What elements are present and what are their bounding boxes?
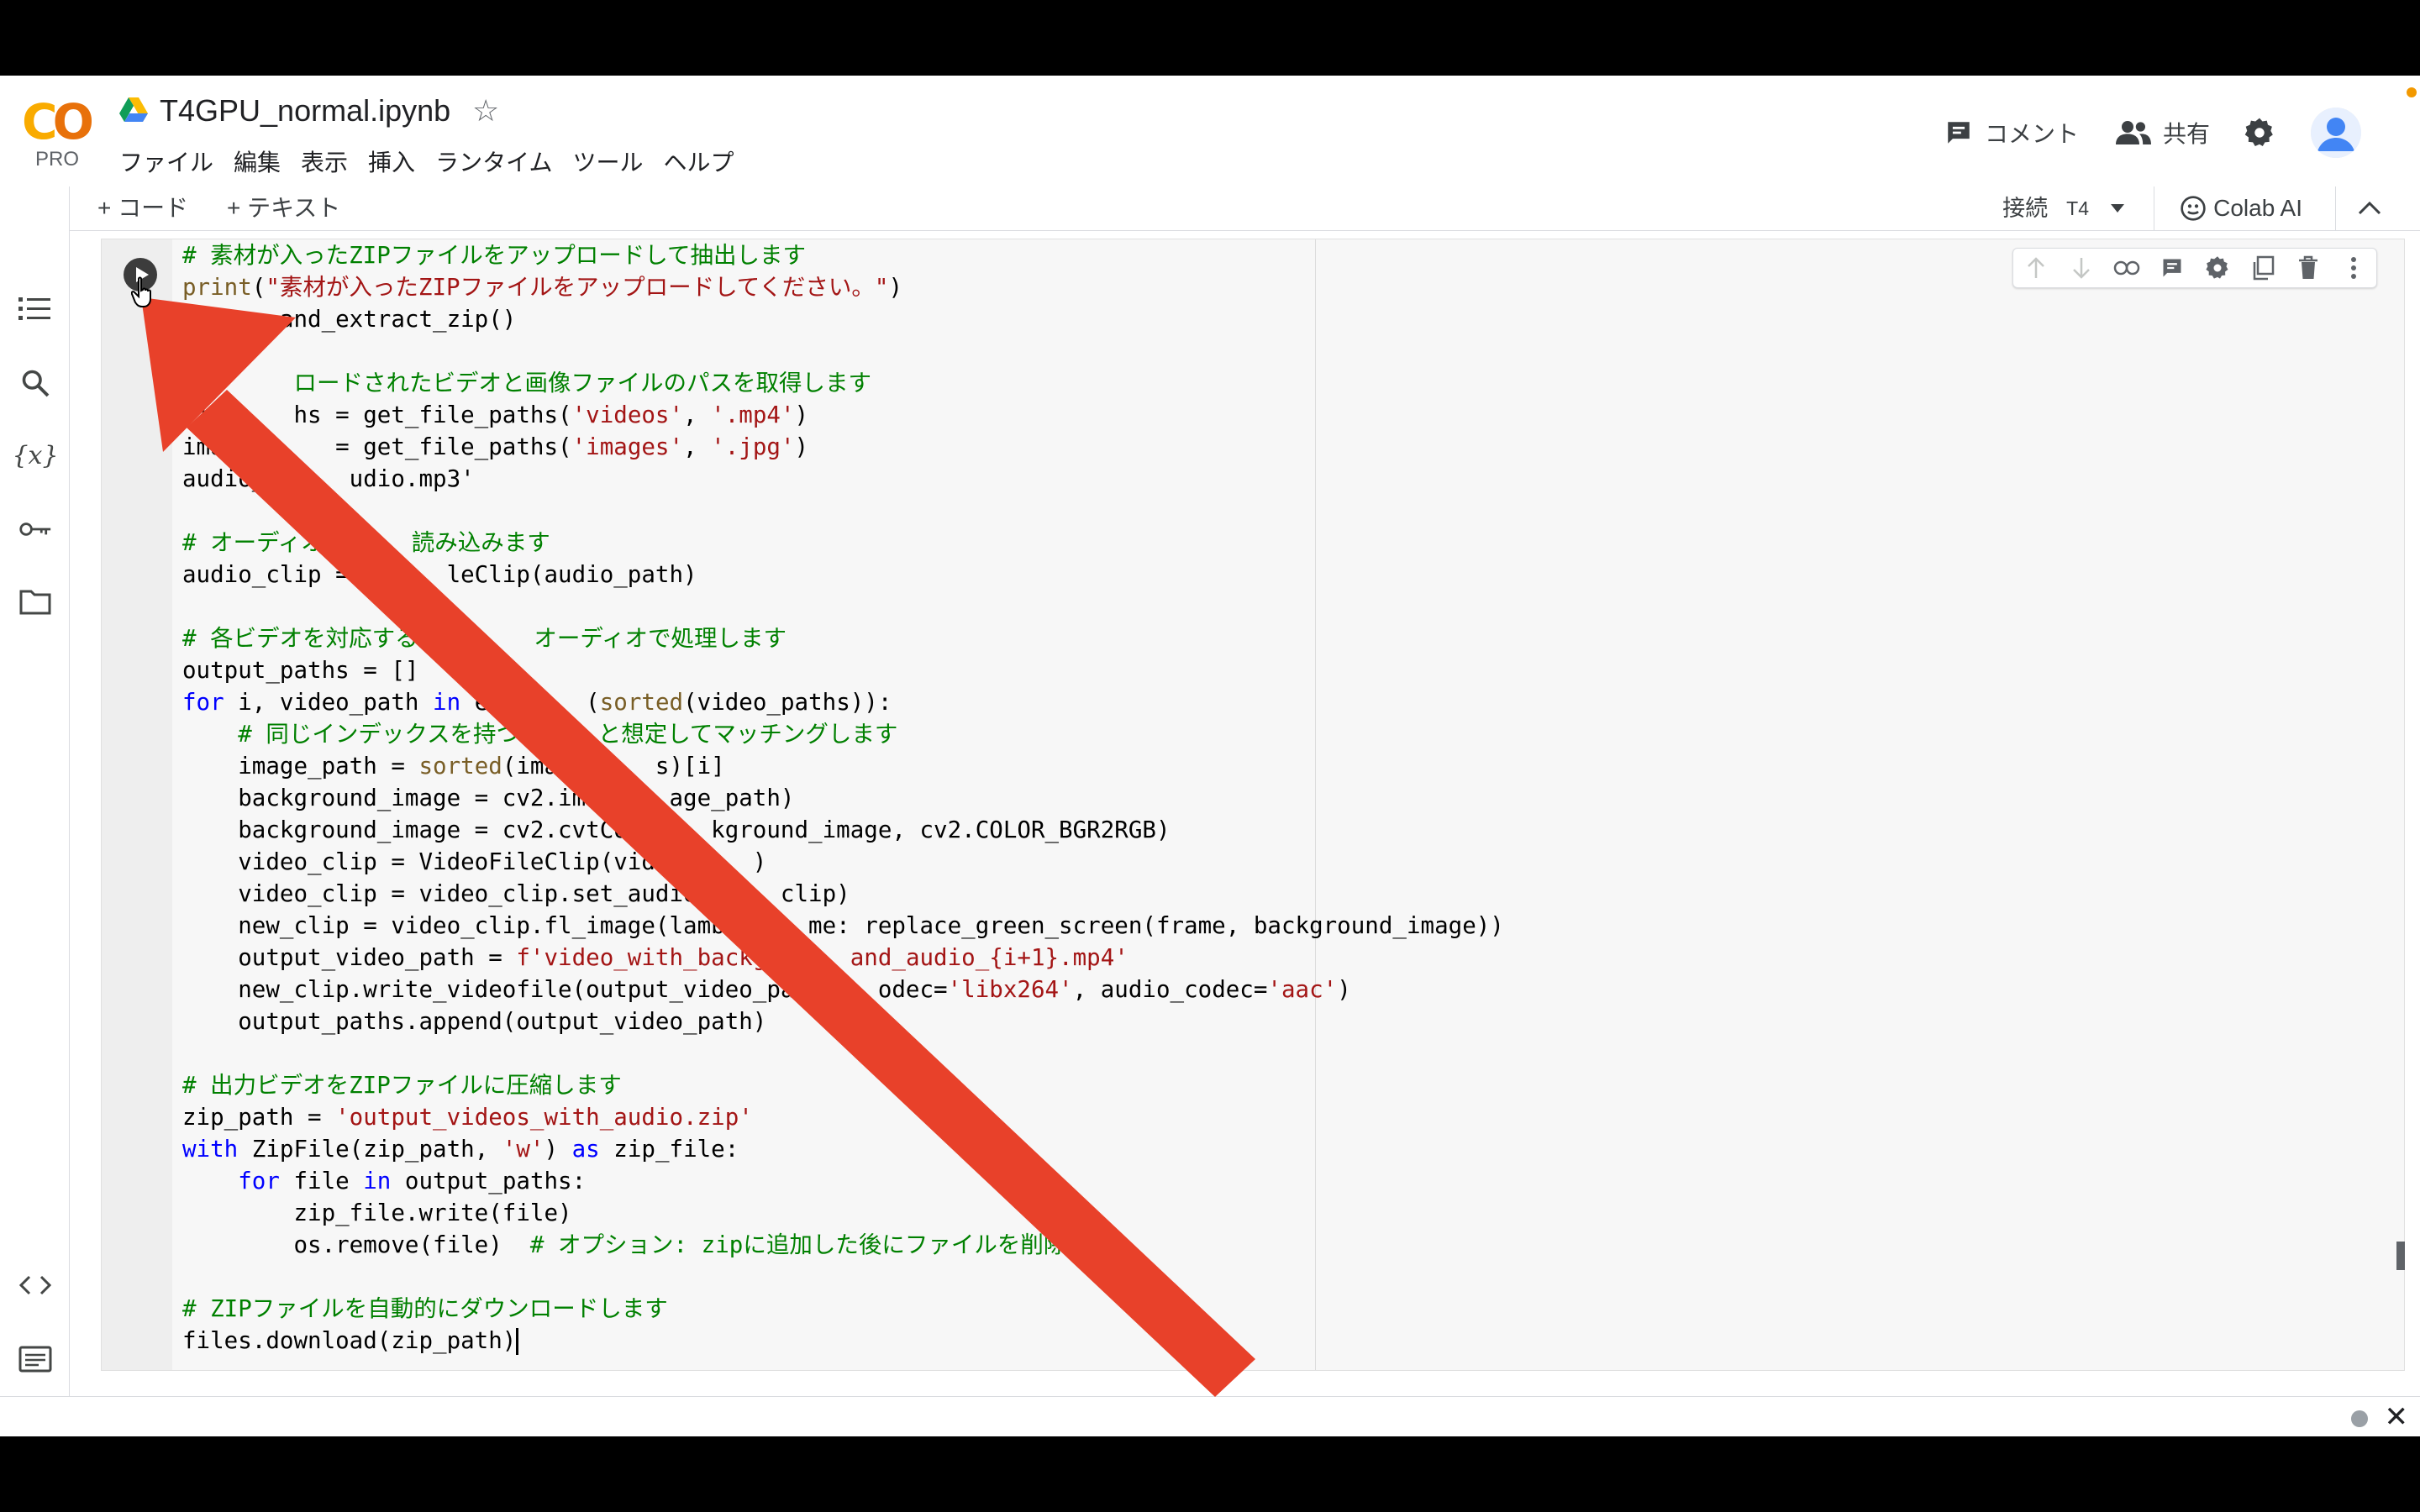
search-icon[interactable] [18, 366, 52, 400]
menu-insert[interactable]: 挿入 [368, 146, 415, 180]
arrow-down-icon[interactable] [2067, 254, 2096, 282]
menu-tools[interactable]: ツール [573, 146, 644, 180]
code-line: new_clip.write_videofile(output_video_pa… [182, 976, 1351, 1003]
code-editor[interactable]: # 素材が入ったZIPファイルをアップロードして抽出します print("素材が… [182, 239, 1504, 1357]
command-palette-icon[interactable] [18, 1342, 52, 1376]
colab-ai-icon [2181, 196, 2206, 221]
menu-help[interactable]: ヘルプ [664, 146, 734, 180]
code-line: # 出力ビデオをZIPファイルに圧縮します [182, 1072, 622, 1099]
comment-icon[interactable] [2158, 254, 2186, 282]
logo-c: C [22, 93, 58, 150]
logo-o: O [52, 93, 94, 150]
code-line: audio_clip = Au leClip(audio_path) [182, 561, 697, 588]
folder-icon[interactable] [18, 585, 52, 618]
code-line: _and_extract_zip() [182, 306, 517, 333]
comment-label: コメント [1984, 121, 2079, 147]
colab-ai-label: Colab AI [2213, 195, 2302, 221]
comment-button[interactable]: コメント [1944, 116, 2079, 150]
status-indicator [2351, 1410, 2368, 1427]
code-line: video_clip = VideoFileClip(video ) [182, 848, 767, 875]
colab-pro-logo[interactable]: CO PRO [22, 93, 96, 171]
code-line: print("素材が入ったZIPファイルをアップロードしてください。") [182, 274, 903, 301]
code-line: output_paths.append(output_video_path) [182, 1008, 767, 1035]
code-line: # 素材が入ったZIPファイルをアップロードして抽出します [182, 242, 806, 269]
hand-cursor-icon [131, 276, 151, 307]
chevron-down-icon[interactable] [2111, 204, 2124, 213]
gear-icon[interactable] [2203, 254, 2232, 282]
code-line: os.remove(file) # オプション: zipに追加した後にファイルを… [182, 1231, 1137, 1258]
colab-ai-button[interactable]: Colab AI [2180, 193, 2302, 223]
trash-icon[interactable] [2294, 254, 2323, 282]
notebook-toolbar: + コード + テキスト 接続 T4 Colab AI [69, 186, 2420, 231]
code-line: for file in output_paths: [238, 1168, 587, 1194]
code-line: vide hs = get_file_paths('videos', '.mp4… [182, 402, 809, 428]
bottom-letterbox [0, 1436, 2420, 1512]
menu-bar: ファイル 編集 表示 挿入 ランタイム ツール ヘルプ [119, 146, 734, 180]
left-sidebar: {x} [0, 186, 70, 1436]
cell-toolbar [2012, 248, 2377, 288]
menu-edit[interactable]: 編集 [234, 146, 281, 180]
code-line: background_image = cv2.imre age_path) [182, 785, 795, 811]
code-line: # ロードされたビデオと画像ファイルのパスを取得します [182, 370, 871, 396]
star-icon[interactable]: ☆ [472, 91, 499, 131]
code-line: # オーディオクリ 読み込みます [182, 529, 550, 556]
menu-file[interactable]: ファイル [119, 146, 213, 180]
code-line: output_video_path = f'video_with_backg a… [182, 944, 1128, 971]
code-line: new_clip = video_clip.fl_image(lambd me:… [182, 912, 1504, 939]
user-icon [2311, 108, 2361, 158]
gear-icon[interactable] [2244, 117, 2275, 149]
connect-button[interactable]: 接続 T4 [2002, 193, 2124, 223]
code-line: video_clip = video_clip.set_audio( clip) [182, 880, 850, 907]
menu-runtime[interactable]: ランタイム [435, 146, 552, 180]
cell-gutter [102, 239, 172, 1370]
code-line: image_p = get_file_paths('images', '.jpg… [182, 433, 809, 460]
share-button[interactable]: 共有 [2115, 116, 2210, 150]
code-line: files.download(zip_path) [182, 1327, 517, 1354]
more-vert-icon[interactable] [2339, 254, 2368, 282]
code-line: # 同じインデックスを持つ画 と想定してマッチングします [238, 721, 898, 748]
code-line: with ZipFile(zip_path, 'w') as zip_file: [182, 1136, 739, 1163]
code-line: image_path = sorted(image s)[i] [182, 753, 725, 780]
code-line: zip_path = 'output_videos_with_audio.zip… [182, 1104, 753, 1131]
code-line: output_paths = [] [182, 657, 419, 684]
code-snippets-icon[interactable] [18, 1268, 52, 1302]
notification-dot [2407, 87, 2417, 97]
colab-window: CO PRO T4GPU_normal.ipynb ☆ ファイル 編集 表示 挿… [0, 76, 2420, 1436]
logo-text: CO [22, 93, 94, 150]
code-line: background_image = cv2.cvtCol kground_im… [182, 816, 1171, 843]
toolbar-divider [2335, 186, 2336, 230]
avatar[interactable] [2311, 108, 2361, 158]
top-letterbox [0, 0, 2420, 76]
toc-icon[interactable] [18, 292, 52, 326]
header-actions: コメント 共有 [1907, 108, 2361, 158]
code-line: for i, video_path in enu (sorted(video_p… [182, 689, 892, 716]
code-line: audio_pat udio.mp3' [182, 465, 475, 492]
comment-icon [1948, 122, 1970, 144]
code-cell[interactable]: # 素材が入ったZIPファイルをアップロードして抽出します print("素材が… [101, 239, 2405, 1371]
google-drive-icon[interactable] [119, 97, 148, 123]
runtime-type-label: T4 [2066, 197, 2089, 219]
notebook-title[interactable]: T4GPU_normal.ipynb [160, 91, 450, 131]
menu-view[interactable]: 表示 [301, 146, 348, 180]
logo-pro-label: PRO [35, 148, 80, 171]
share-label: 共有 [2162, 121, 2210, 147]
text-cursor [516, 1328, 519, 1355]
add-text-button[interactable]: + テキスト [227, 193, 340, 223]
chevron-up-icon[interactable] [2358, 200, 2381, 215]
people-icon [2115, 121, 2151, 144]
variables-icon[interactable]: {x} [12, 438, 58, 472]
code-line: # ZIPファイルを自動的にダウンロードします [182, 1295, 668, 1322]
status-bar: ✕ [0, 1396, 2420, 1436]
arrow-up-icon[interactable] [2022, 254, 2050, 282]
add-code-button[interactable]: + コード [97, 193, 188, 223]
close-icon[interactable]: ✕ [2385, 1400, 2409, 1434]
key-icon[interactable] [18, 512, 52, 546]
mirror-cell-icon[interactable] [2249, 254, 2277, 282]
code-line: # 各ビデオを対応する背景 オーディオで処理します [182, 625, 786, 652]
code-line: zip_file.write(file) [182, 1200, 572, 1226]
link-icon[interactable] [2112, 254, 2141, 282]
editor-scrollbar[interactable] [2396, 1242, 2405, 1270]
connect-label: 接続 [2002, 196, 2049, 221]
